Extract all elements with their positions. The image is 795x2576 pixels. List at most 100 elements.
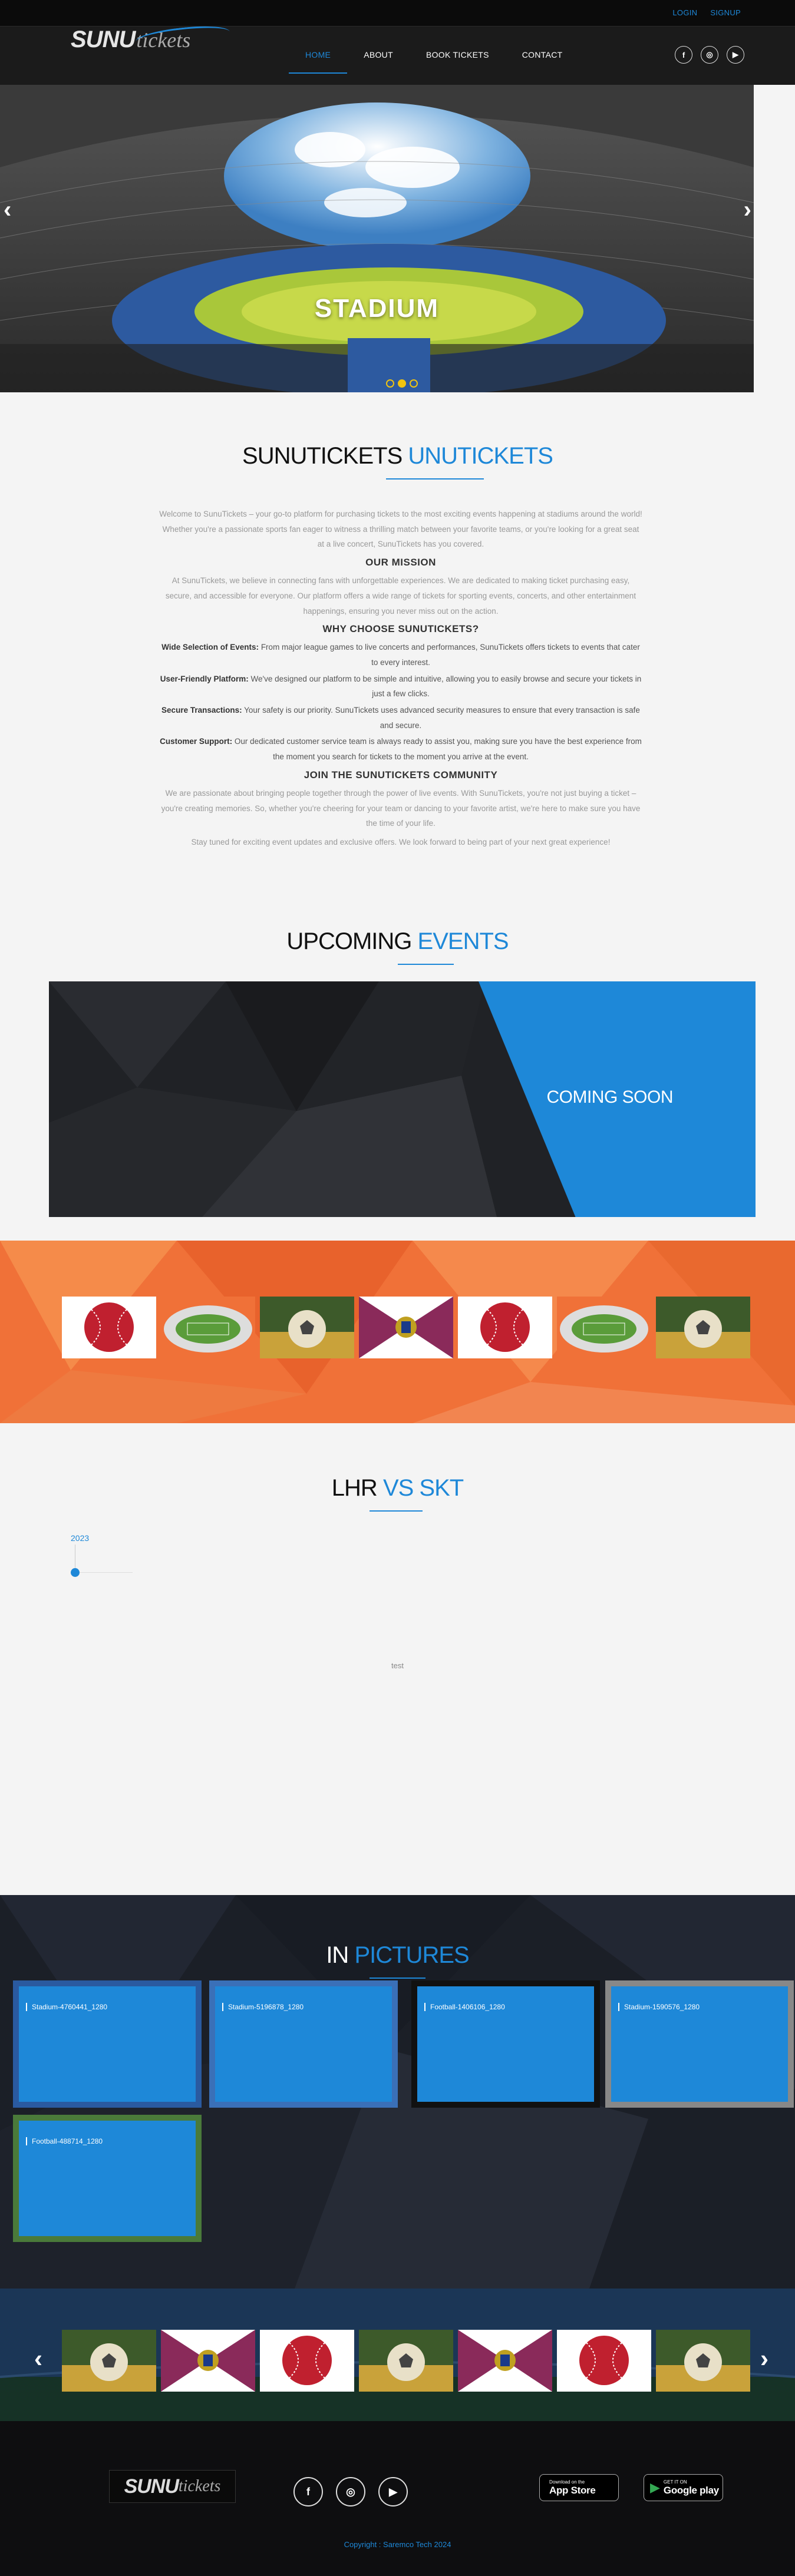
facebook-icon[interactable]: f [293,2477,323,2506]
nav-item-about[interactable]: ABOUT [347,50,410,59]
timeline-track [80,1572,133,1573]
match-heading-dark: LHR [331,1475,378,1501]
cricket-ball-thumb[interactable] [62,1297,156,1358]
logo-text-bold: SUNU [71,27,136,52]
reason-label: User-Friendly Platform: [160,674,249,683]
sports-category-strip [0,1241,795,1423]
footer-logo[interactable]: SUNU tickets [109,2470,236,2503]
gallery-overlay: Stadium-5196878_1280 [215,1986,392,2102]
football-thumb[interactable] [656,2330,750,2392]
gallery-overlay: Stadium-4760441_1280 [19,1986,196,2102]
pictures-section: IN PICTURES Stadium-4760441_1280 Stadium… [0,1895,795,2289]
football-thumb[interactable] [359,2330,453,2392]
hero-next-arrow[interactable]: › [744,197,751,223]
footer-social-links: f ◎ ▶ [293,2477,408,2506]
match-heading-blue: VS SKT [382,1475,464,1501]
closing-text: Stay tuned for exciting event updates an… [191,837,611,846]
gallery-item[interactable]: Stadium-1590576_1280 [605,1980,794,2108]
slide-dot-2[interactable] [398,379,406,388]
hero-pagination [386,379,418,388]
youtube-icon[interactable]: ▶ [378,2477,408,2506]
club-badge-thumb[interactable] [458,2330,552,2392]
cricket-ball-thumb[interactable] [260,2330,354,2392]
copyright-text: Copyright : Saremco Tech 2024 [344,2540,451,2549]
carousel-prev-arrow[interactable]: ‹ [34,2344,42,2373]
youtube-icon[interactable]: ▶ [727,46,744,64]
club-badge-thumb[interactable] [161,2330,255,2392]
pictures-underline [370,1978,425,1979]
facebook-icon[interactable]: f [675,46,692,64]
football-thumb[interactable] [260,1297,354,1358]
gallery-item[interactable]: Stadium-4760441_1280 [13,1980,202,2108]
app-store-small: Download on the [549,2479,585,2485]
timeline-dot[interactable] [71,1568,80,1577]
main-header: SUNU tickets HOME ABOUT BOOK TICKETS CON… [0,22,795,85]
nav-item-book-tickets[interactable]: BOOK TICKETS [410,50,506,59]
about-heading: SUNUTICKETS UNUTICKETS [0,443,795,469]
about-heading-blue: UNUTICKETS [408,443,553,469]
hero-prev-arrow[interactable]: ‹ [4,197,11,223]
gallery-item[interactable]: Football-488714_1280 [13,2115,202,2242]
instagram-icon[interactable]: ◎ [336,2477,365,2506]
about-intro: Welcome to SunuTickets – your go-to plat… [159,510,642,549]
signup-link[interactable]: SIGNUP [710,8,741,17]
slide-dot-3[interactable] [410,379,418,388]
mission-heading: OUR MISSION [365,556,436,568]
gallery-item[interactable]: Football-1406106_1280 [411,1980,600,2108]
cricket-ball-thumb[interactable] [458,1297,552,1358]
google-play-big: Google play [663,2484,719,2496]
slide-dot-1[interactable] [386,379,394,388]
stadium-model-thumb[interactable] [557,1297,651,1358]
google-play-badge[interactable]: ▶ GET IT ON Google play [644,2474,723,2501]
why-heading: WHY CHOOSE SUNUTICKETS? [322,623,479,635]
about-heading-dark: SUNUTICKETS [242,443,403,469]
google-play-small: GET IT ON [663,2479,687,2485]
carousel-next-arrow[interactable]: › [760,2344,768,2373]
instagram-icon[interactable]: ◎ [701,46,718,64]
match-content: test [391,1661,404,1670]
gallery-overlay: Football-1406106_1280 [417,1986,594,2102]
upcoming-heading-dark: UPCOMING [286,928,412,954]
upcoming-underline [398,964,454,965]
cricket-ball-thumb[interactable] [557,2330,651,2392]
reason-label: Secure Transactions: [161,706,242,715]
reason-text: From major league games to live concerts… [259,643,640,667]
reason-item: Wide Selection of Events: From major lea… [159,640,642,670]
gallery-item-label: Football-488714_1280 [26,2137,103,2145]
upcoming-event-card[interactable]: COMING SOON [49,981,756,1217]
footer-logo-script: tickets [178,2477,221,2495]
login-link[interactable]: LOGIN [672,8,697,17]
gallery-item[interactable]: Stadium-5196878_1280 [209,1980,398,2108]
top-bar: LOGIN SIGNUP [0,0,795,26]
reason-item: User-Friendly Platform: We've designed o… [159,672,642,702]
gallery-item-label: Stadium-1590576_1280 [618,2003,700,2011]
football-thumb[interactable] [62,2330,156,2392]
hero-slider: ‹ › STADIUM [0,85,754,392]
nav-item-contact[interactable]: CONTACT [506,50,579,59]
carousel-thumbnails [62,2330,750,2392]
reason-item: Secure Transactions: Your safety is our … [159,703,642,733]
pictures-heading-blue: PICTURES [354,1942,469,1968]
stadium-image [0,85,754,392]
gallery-item-label: Stadium-5196878_1280 [222,2003,304,2011]
community-text: We are passionate about bringing people … [161,788,641,828]
gallery-overlay: Stadium-1590576_1280 [611,1986,788,2102]
stadium-model-thumb[interactable] [161,1297,255,1358]
header-social-links: f ◎ ▶ [675,46,744,64]
nav-item-home[interactable]: HOME [289,50,348,74]
google-play-icon: ▶ [650,2480,660,2495]
reason-item: Customer Support: Our dedicated customer… [159,734,642,764]
football-thumb[interactable] [656,1297,750,1358]
pictures-heading: IN PICTURES [0,1942,795,1969]
timeline-year[interactable]: 2023 [71,1533,89,1543]
app-store-badge[interactable]: Download on the App Store [539,2474,619,2501]
upcoming-heading: UPCOMING EVENTS [0,928,795,955]
club-badge-thumb[interactable] [359,1297,453,1358]
partners-carousel: ‹ › [0,2289,795,2421]
brand-logo[interactable]: SUNU tickets [71,22,231,53]
gallery-overlay: Football-488714_1280 [19,2121,196,2236]
pictures-heading-dark: IN [326,1942,349,1968]
reason-label: Customer Support: [160,737,233,746]
reason-label: Wide Selection of Events: [161,643,259,652]
upcoming-heading-blue: EVENTS [417,928,509,954]
